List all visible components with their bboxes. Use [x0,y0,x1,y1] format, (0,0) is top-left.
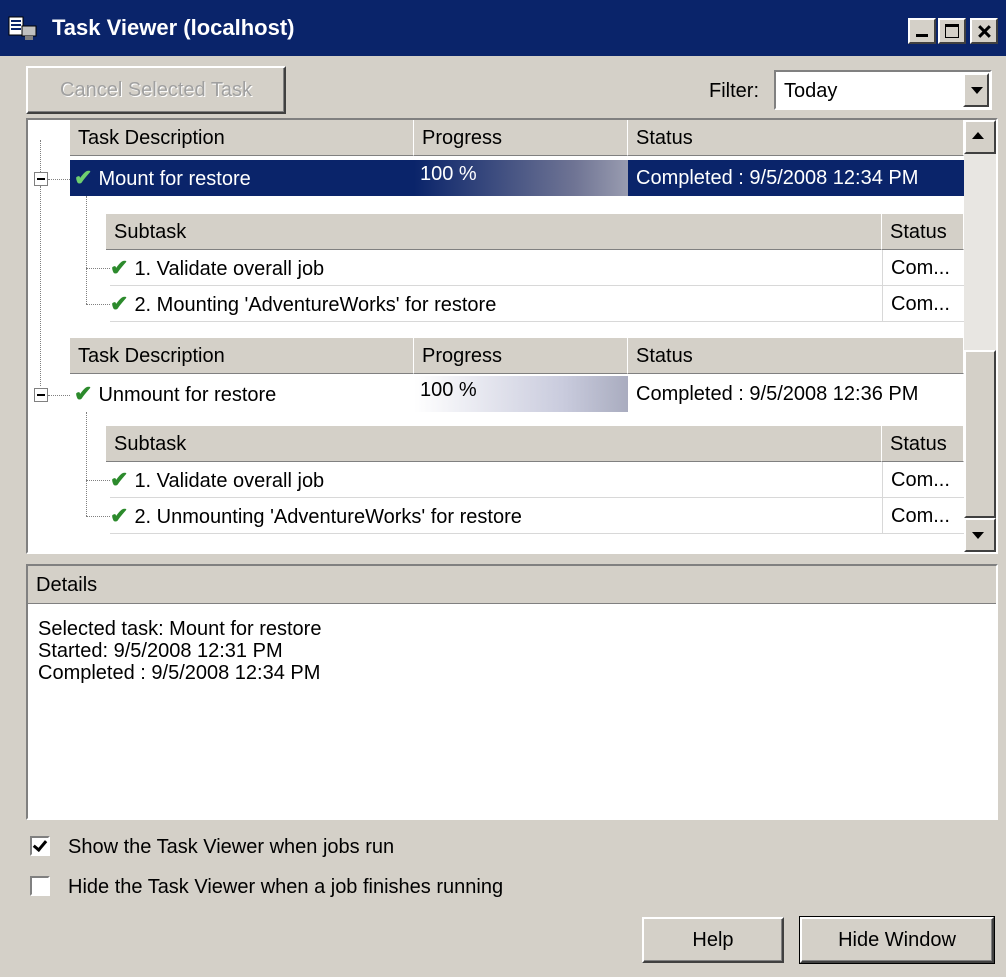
hide-window-button-label: Hide Window [838,928,956,951]
collapse-icon[interactable] [34,172,48,186]
tree-line [40,140,41,176]
column-header-subtask[interactable]: Subtask [106,426,882,462]
subtask-status: Com... [882,286,964,322]
green-check-icon: ✔ [74,381,93,406]
help-button[interactable]: Help [642,917,784,963]
tree-line [86,480,110,481]
filter-dropdown[interactable]: Today [774,70,992,110]
task-progress-bar: 100 % [414,376,628,412]
subtask-row[interactable]: ✔ 2. Mounting 'AdventureWorks' for restor… [110,286,882,322]
column-header-status[interactable]: Status [628,120,964,156]
task-viewer-app-icon [8,16,37,40]
subtask-row[interactable]: ✔ 2. Unmounting 'AdventureWorks' for rest… [110,498,882,534]
details-panel: Details Selected task: Mount for restore… [26,564,998,820]
hide-on-finish-label: Hide the Task Viewer when a job finishes… [68,876,504,898]
tree-line [48,179,70,180]
task-row-mount[interactable]: ✔ Mount for restore [70,160,414,196]
subtask-status: Com... [882,462,964,498]
column-header-task-description[interactable]: Task Description [70,120,414,156]
subtask-label: 1. Validate overall job [134,258,325,280]
green-check-icon: ✔ [74,165,93,190]
subtask-label: 1. Validate overall job [134,470,325,492]
subtask-label: 2. Mounting 'AdventureWorks' for restore [134,294,497,316]
column-header-task-description[interactable]: Task Description [70,338,414,374]
column-header-subtask-status[interactable]: Status [882,214,964,250]
tree-line [86,412,87,516]
details-header: Details [28,566,996,604]
task-list[interactable]: Task Description Progress Status ✔ Mount … [26,118,998,554]
show-on-run-checkbox[interactable] [30,836,50,856]
filter-label: Filter: [709,80,759,102]
details-line-selected-task: Selected task: Mount for restore [38,618,322,640]
chevron-up-icon [972,132,984,139]
title-bar[interactable]: Task Viewer (localhost) [0,0,1006,56]
task-status: Completed : 9/5/2008 12:34 PM [628,160,964,196]
green-check-icon: ✔ [110,255,129,280]
subtask-label: 2. Unmounting 'AdventureWorks' for resto… [134,506,522,528]
tree-line [86,304,110,305]
tree-line [86,268,110,269]
details-line-completed: Completed : 9/5/2008 12:34 PM [38,662,321,684]
green-check-icon: ✔ [110,467,129,492]
task-progress-bar: 100 % [414,160,628,196]
task-status: Completed : 9/5/2008 12:36 PM [636,383,919,405]
subtask-row[interactable]: ✔ 1. Validate overall job [110,250,882,286]
green-check-icon: ✔ [110,503,129,528]
hide-on-finish-checkbox[interactable] [30,876,50,896]
filter-value: Today [784,80,838,102]
scroll-down-button[interactable] [964,518,996,552]
help-button-label: Help [692,928,734,951]
cancel-selected-task-button[interactable]: Cancel Selected Task [26,66,286,114]
task-progress-text: 100 % [420,163,477,185]
details-line-started: Started: 9/5/2008 12:31 PM [38,640,283,662]
hide-window-button[interactable]: Hide Window [799,916,995,964]
tree-line [86,516,110,517]
task-row-unmount[interactable]: ✔ Unmount for restore [70,376,414,412]
filter-dropdown-button[interactable] [963,73,989,107]
tree-line [48,395,70,396]
scroll-up-button[interactable] [964,120,996,154]
task-list-scrollbar[interactable] [964,120,996,552]
column-header-subtask[interactable]: Subtask [106,214,882,250]
subtask-row[interactable]: ✔ 1. Validate overall job [110,462,882,498]
tree-line [40,186,41,386]
tree-line [86,196,87,304]
column-header-subtask-status[interactable]: Status [882,426,964,462]
chevron-down-icon [971,87,983,94]
maximize-button[interactable] [938,18,966,44]
minimize-button[interactable] [908,18,936,44]
subtask-status: Com... [882,498,964,534]
subtask-status: Com... [882,250,964,286]
task-description: Unmount for restore [98,384,277,406]
task-progress-text: 100 % [420,379,477,401]
chevron-down-icon [972,532,984,539]
green-check-icon: ✔ [110,291,129,316]
collapse-icon[interactable] [34,388,48,402]
column-header-progress[interactable]: Progress [414,120,628,156]
column-header-status[interactable]: Status [628,338,964,374]
cancel-button-label: Cancel Selected Task [60,78,252,101]
window-title: Task Viewer (localhost) [52,15,295,40]
task-description: Mount for restore [98,168,251,190]
column-header-progress[interactable]: Progress [414,338,628,374]
show-on-run-label: Show the Task Viewer when jobs run [68,836,395,858]
scrollbar-thumb[interactable] [964,350,996,518]
close-button[interactable] [970,18,998,44]
